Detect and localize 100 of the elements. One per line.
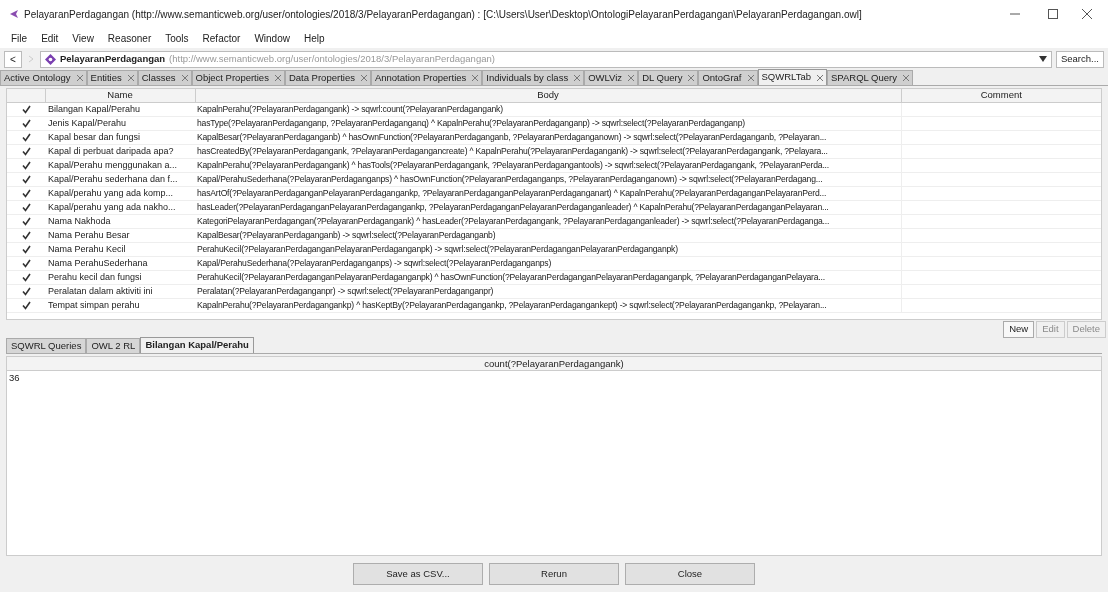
close-tab-icon[interactable] bbox=[816, 74, 823, 81]
checkbox[interactable] bbox=[21, 216, 31, 226]
close-tab-icon[interactable] bbox=[360, 75, 367, 81]
tab[interactable]: Bilangan Kapal/Perahu bbox=[140, 337, 254, 353]
back-button[interactable]: < bbox=[4, 50, 22, 68]
checkbox[interactable] bbox=[21, 174, 31, 184]
table-cell: Perahu kecil dan fungsi bbox=[45, 270, 195, 284]
checkbox[interactable] bbox=[21, 286, 31, 296]
table-cell: Tempat simpan perahu bbox=[45, 298, 195, 312]
table-cell: 36 bbox=[9, 371, 20, 384]
checkbox[interactable] bbox=[21, 146, 31, 156]
table-cell: Peralatan dalam aktiviti ini bbox=[45, 284, 195, 298]
maximize-icon[interactable] bbox=[1048, 9, 1058, 19]
tab[interactable]: Active Ontology bbox=[0, 70, 87, 85]
table-cell: Nama Perahu Besar bbox=[45, 228, 195, 242]
dialog-button[interactable]: Rerun bbox=[489, 563, 619, 585]
menu-item[interactable]: Reasoner bbox=[100, 30, 159, 46]
table-cell: hasLeader(?PelayaranPerdaganganPelayaranPerdagangankp, ?PelayaranPerdaganganPelayaranPerdaganganleader) ^ KapalnPerahu(?PelayaranPerdaganganPelayaran... bbox=[195, 200, 901, 214]
close-tab-icon[interactable] bbox=[902, 75, 909, 81]
window-title: PelayaranPerdagangan (http://www.semanticweb.org/user/ontologies/2018/3/PelayaranPerdagangan) : [C:\Users\User\Desktop\OntologiPelayaranPerdagangan\PelayaranPerdagangan.owl] bbox=[24, 7, 862, 22]
table-cell: hasType(?PelayaranPerdaganganp, ?PelayaranPerdaganganq) ^ KapalnPerahu(?PelayaranPerdaganganp) -> sqwrl:select(?PelayaranPerdaganganp) bbox=[195, 116, 901, 130]
checkbox[interactable] bbox=[21, 104, 31, 114]
menu-item[interactable]: Refactor bbox=[195, 30, 248, 46]
checkbox[interactable] bbox=[21, 244, 31, 254]
tab[interactable]: Annotation Properties bbox=[370, 70, 483, 85]
menu-item[interactable]: File bbox=[4, 30, 35, 46]
table-cell: KapalBesar(?PelayaranPerdaganganb) -> sqwrl:select(?PelayaranPerdaganganb) bbox=[195, 228, 901, 242]
table-cell: hasArtOf(?PelayaranPerdaganganPelayaranPerdagangankp, ?PelayaranPerdaganganPelayaranPerdaganganart) ^ KapalnPerahu(?PelayaranPerdaganganPelayaranPerd... bbox=[195, 186, 901, 200]
tab[interactable]: Object Properties bbox=[191, 70, 285, 85]
table-cell: hasCreatedBy(?PelayaranPerdagangank, ?PelayaranPerdagangancreate) ^ KapalnPerahu(?PelayaranPerdagangank) -> sqwrl:select(?PelayaranPerdagangank, ?Pelayara... bbox=[195, 144, 901, 158]
close-tab-icon[interactable] bbox=[76, 75, 83, 81]
table-cell: Kapal/Perahu sederhana dan f... bbox=[45, 172, 195, 186]
tab[interactable]: Data Properties bbox=[284, 70, 371, 85]
table-cell: KapalnPerahu(?PelayaranPerdagangank) ^ hasTools(?PelayaranPerdagangank, ?PelayaranPerdagangantools) -> sqwrl:select(?PelayaranPerdagangank, ?PelayaranPerda... bbox=[195, 158, 901, 172]
column-header[interactable]: Comment bbox=[901, 89, 1101, 102]
ontology-iri: (http://www.semanticweb.org/user/ontologies/2018/3/PelayaranPerdagangan) bbox=[169, 51, 495, 66]
checkbox[interactable] bbox=[21, 188, 31, 198]
checkbox[interactable] bbox=[21, 272, 31, 282]
table-cell: Nama PerahuSederhana bbox=[45, 256, 195, 270]
dropdown-caret-icon[interactable] bbox=[1038, 56, 1047, 62]
column-header[interactable]: Name bbox=[45, 89, 195, 102]
tab[interactable]: DL Query bbox=[638, 70, 699, 85]
dialog-button[interactable]: Close bbox=[625, 563, 755, 585]
table-cell: Peralatan(?PelayaranPerdaganganpr) -> sqwrl:select(?PelayaranPerdaganganpr) bbox=[195, 284, 901, 298]
ontology-name: PelayaranPerdagangan bbox=[60, 51, 166, 66]
checkbox[interactable] bbox=[21, 132, 31, 142]
checkbox[interactable] bbox=[21, 258, 31, 268]
table-cell: Kapal/perahu yang ada komp... bbox=[45, 186, 195, 200]
table-cell: Kapal besar dan fungsi bbox=[45, 130, 195, 144]
table-cell: KapalnPerahu(?PelayaranPerdagangank) -> sqwrl:count(?PelayaranPerdagangank) bbox=[195, 102, 901, 116]
table-cell: Bilangan Kapal/Perahu bbox=[45, 102, 195, 116]
menu-item[interactable]: Tools bbox=[158, 30, 196, 46]
ontology-iri-field[interactable]: PelayaranPerdagangan (http://www.semanticweb.org/user/ontologies/2018/3/PelayaranPerdagangan) bbox=[40, 50, 1052, 68]
tab[interactable]: SQWRL Queries bbox=[6, 338, 87, 353]
checkbox[interactable] bbox=[21, 160, 31, 170]
table-cell: Jenis Kapal/Perahu bbox=[45, 116, 195, 130]
ontology-icon bbox=[45, 53, 56, 65]
close-tab-icon[interactable] bbox=[274, 75, 281, 81]
table-cell: Kapal/Perahu menggunakan a... bbox=[45, 158, 195, 172]
search-button[interactable]: Search... bbox=[1055, 50, 1104, 68]
app-icon bbox=[8, 8, 20, 20]
table-cell: Nama Perahu Kecil bbox=[45, 242, 195, 256]
close-icon[interactable] bbox=[1082, 9, 1092, 19]
menu-item[interactable]: Window bbox=[247, 30, 297, 46]
checkbox[interactable] bbox=[21, 300, 31, 310]
table-cell: Kapal/PerahuSederhana(?PelayaranPerdaganganps) ^ hasOwnFunction(?PelayaranPerdaganganps, ?PelayaranPerdaganganown) -> sqwrl:select(?PelayaranPerdagang... bbox=[195, 172, 901, 186]
close-tab-icon[interactable] bbox=[181, 75, 188, 81]
table-cell: Nama Nakhoda bbox=[45, 214, 195, 228]
tab[interactable]: SQWRLTab bbox=[757, 69, 827, 85]
tab[interactable]: Entities bbox=[86, 70, 138, 85]
checkbox[interactable] bbox=[21, 202, 31, 212]
close-tab-icon[interactable] bbox=[688, 75, 695, 81]
close-tab-icon[interactable] bbox=[747, 75, 754, 81]
tab[interactable]: SPARQL Query bbox=[826, 70, 913, 85]
column-header[interactable]: count(?PelayaranPerdagangank) bbox=[7, 357, 1101, 371]
table-cell: PerahuKecil(?PelayaranPerdaganganPelayaranPerdaganganpk) -> sqwrl:select(?PelayaranPerdaganganPelayaranPerdaganganpk) bbox=[195, 242, 901, 256]
column-header[interactable]: Body bbox=[195, 89, 901, 102]
table-cell: KapalnPerahu(?PelayaranPerdagangankp) ^ hasKeptBy(?PelayaranPerdagangankp, ?PelayaranPerdagangankept) -> sqwrl:select(?PelayaranPerdagangankp, ?Pelayaran... bbox=[195, 298, 901, 312]
tab[interactable]: Classes bbox=[137, 70, 192, 85]
close-tab-icon[interactable] bbox=[127, 75, 134, 81]
table-cell: Kapal/perahu yang ada nakho... bbox=[45, 200, 195, 214]
dialog-button[interactable]: Save as CSV... bbox=[353, 563, 483, 585]
table-cell: Kapal/PerahuSederhana(?PelayaranPerdaganganps) -> sqwrl:select(?PelayaranPerdaganganps) bbox=[195, 256, 901, 270]
table-cell: PerahuKecil(?PelayaranPerdaganganPelayaranPerdaganganpk) ^ hasOwnFunction(?PelayaranPerdaganganPelayaranPerdaganganpk, ?PelayaranPerdaganganPelayara... bbox=[195, 270, 901, 284]
menu-item[interactable]: View bbox=[65, 30, 101, 46]
menu-item[interactable]: Help bbox=[296, 30, 332, 46]
table-cell: KapalBesar(?PelayaranPerdaganganb) ^ hasOwnFunction(?PelayaranPerdaganganb, ?PelayaranPerdaganganown) -> sqwrl:select(?PelayaranPerdaganganb, ?Pelayaran... bbox=[195, 130, 901, 144]
table-cell: KategoriPelayaranPerdagangan(?PelayaranPerdagangank) ^ hasLeader(?PelayaranPerdagangank, ?PelayaranPerdaganganleader) -> sqwrl:select(?PelayaranPerdaganga... bbox=[195, 214, 901, 228]
rule-button[interactable]: New bbox=[1003, 320, 1035, 338]
menu-item[interactable]: Edit bbox=[34, 30, 66, 46]
close-tab-icon[interactable] bbox=[628, 75, 635, 81]
close-tab-icon[interactable] bbox=[574, 75, 581, 81]
tab[interactable]: OWL 2 RL bbox=[86, 338, 141, 353]
tab[interactable]: OWLViz bbox=[584, 70, 639, 85]
table-cell: Kapal di perbuat daripada apa? bbox=[45, 144, 195, 158]
tab[interactable]: Individuals by class bbox=[482, 70, 585, 85]
tab[interactable]: OntoGraf bbox=[698, 70, 758, 85]
checkbox[interactable] bbox=[21, 230, 31, 240]
close-tab-icon[interactable] bbox=[472, 75, 479, 81]
checkbox[interactable] bbox=[21, 118, 31, 128]
